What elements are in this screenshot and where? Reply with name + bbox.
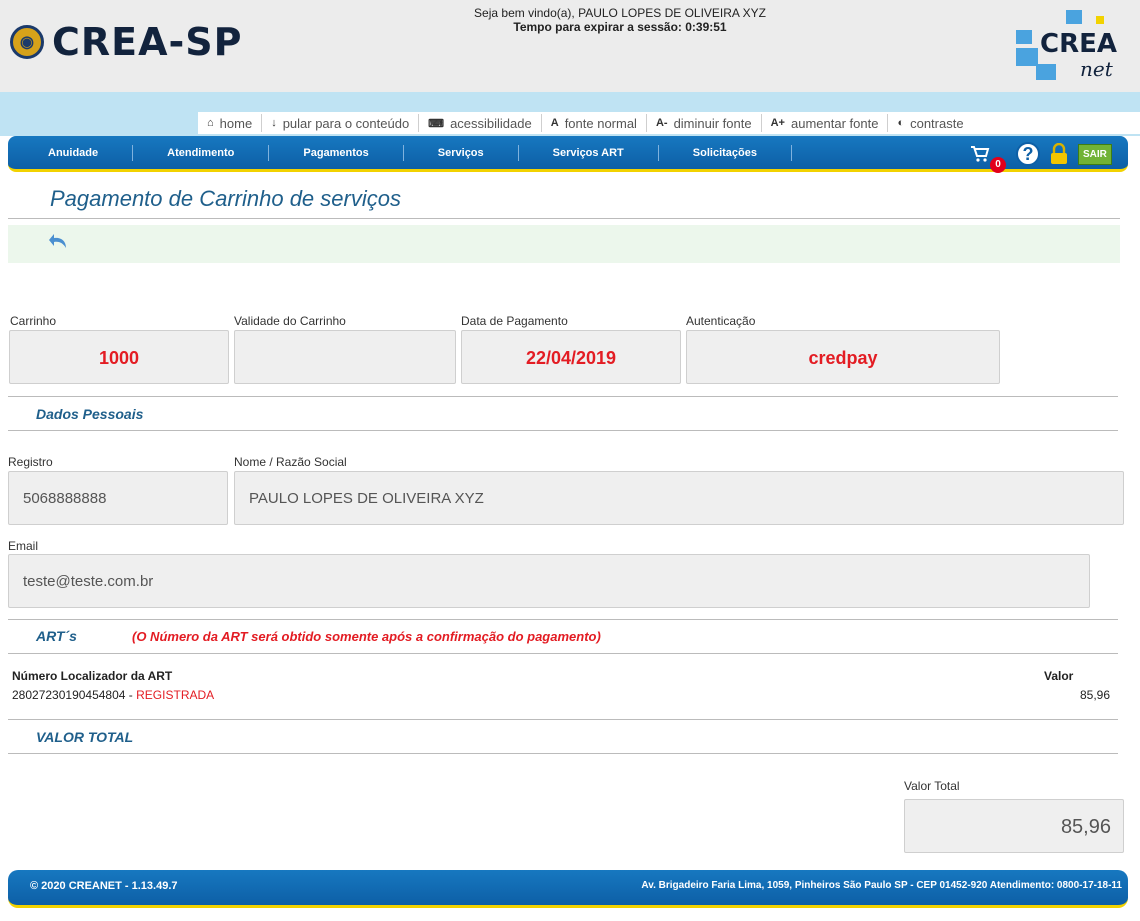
home-icon: ⌂ <box>207 117 214 129</box>
registro-label: Registro <box>8 455 53 469</box>
creanet-logo: CREA net <box>1016 10 1117 81</box>
art-status: REGISTRADA <box>136 688 215 702</box>
welcome-line: Seja bem vindo(a), PAULO LOPES DE OLIVEI… <box>474 6 766 20</box>
acc-contrast-label: contraste <box>910 115 964 131</box>
col-valor-header: Valor <box>1044 669 1074 683</box>
valor-total-label: Valor Total <box>904 779 960 793</box>
divider <box>8 218 1120 219</box>
footer-copyright: © 2020 CREANET - 1.13.49.7 <box>30 880 178 892</box>
divider <box>8 653 1118 654</box>
acc-home-link[interactable]: ⌂ home <box>198 114 263 132</box>
table-row: 28027230190454804 - REGISTRADA <box>12 688 214 702</box>
font-normal-icon: A <box>550 117 559 129</box>
section-valor-total: VALOR TOTAL <box>36 729 134 745</box>
carrinho-field: 1000 <box>9 330 229 384</box>
accessibility-bar: ⌂ home ↓ pular para o conteúdo ⌨ acessibili… <box>198 112 1140 134</box>
font-increase-icon: A+ <box>770 117 785 129</box>
acc-home-label: home <box>219 115 253 131</box>
logout-button[interactable]: SAIR <box>1078 143 1112 165</box>
crea-seal-icon: ◉ <box>10 25 44 59</box>
data-pagamento-field: 22/04/2019 <box>461 330 681 384</box>
col-numero-header: Número Localizador da ART <box>12 669 173 683</box>
keyboard-icon: ⌨ <box>428 117 445 130</box>
email-label: Email <box>8 539 39 553</box>
art-numero: 28027230190454804 <box>12 688 126 702</box>
cart-icon <box>971 146 990 162</box>
art-notice: (O Número da ART será obtido somente apó… <box>132 629 601 644</box>
svg-text:CREA: CREA <box>1040 29 1117 59</box>
email-field: teste@teste.com.br <box>8 554 1090 608</box>
acc-font-decrease-label: diminuir fonte <box>673 115 752 131</box>
session-timer: Tempo para expirar a sessão: 0:39:51 <box>513 20 727 34</box>
crea-sp-logo[interactable]: ◉ CREA-SP <box>10 20 243 64</box>
nome-field: PAULO LOPES DE OLIVEIRA XYZ <box>234 471 1124 525</box>
cart-count-badge: 0 <box>990 157 1006 173</box>
svg-text:net: net <box>1080 57 1114 81</box>
acc-skip-label: pular para o conteúdo <box>282 115 410 131</box>
page-title: Pagamento de Carrinho de serviços <box>50 186 401 211</box>
divider <box>8 719 1118 720</box>
data-pagamento-label: Data de Pagamento <box>461 314 568 328</box>
lock-icon[interactable] <box>1050 143 1068 165</box>
acc-font-normal-label: fonte normal <box>564 115 637 131</box>
carrinho-label: Carrinho <box>10 314 57 328</box>
section-dados-pessoais: Dados Pessoais <box>36 406 144 422</box>
art-separator: - <box>125 688 137 702</box>
divider <box>8 753 1118 754</box>
footer-address: Av. Brigadeiro Faria Lima, 1059, Pinheir… <box>641 880 1122 891</box>
back-icon[interactable] <box>48 232 70 254</box>
acc-contrast-link[interactable]: ◐ contraste <box>888 114 972 132</box>
divider <box>8 430 1118 431</box>
menu-solicitacoes[interactable]: Solicitações <box>659 144 792 161</box>
section-arts: ART´s <box>36 628 77 644</box>
menu-atendimento[interactable]: Atendimento <box>133 144 270 161</box>
menu-servicos-art[interactable]: Serviços ART <box>519 144 659 161</box>
art-valor: 85,96 <box>1080 688 1111 702</box>
acc-font-normal-link[interactable]: Afonte normal <box>542 114 647 132</box>
acc-accessibility-label: acessibilidade <box>450 115 532 131</box>
menu-servicos[interactable]: Serviços <box>404 144 519 161</box>
divider <box>8 396 1118 397</box>
registro-field: 5068888888 <box>8 471 228 525</box>
arrow-down-icon: ↓ <box>271 117 277 129</box>
validade-label: Validade do Carrinho <box>234 314 346 328</box>
logo-text: CREA-SP <box>52 20 243 64</box>
menu-anuidade[interactable]: Anuidade <box>8 144 134 161</box>
help-button[interactable]: ? <box>1016 142 1040 166</box>
menu-pagamentos[interactable]: Pagamentos <box>269 144 404 161</box>
autenticacao-label: Autenticação <box>686 314 756 328</box>
autenticacao-field: credpay <box>686 330 1000 384</box>
acc-font-increase-link[interactable]: A+ aumentar fonte <box>762 114 889 132</box>
acc-accessibility-link[interactable]: ⌨ acessibilidade <box>419 114 542 132</box>
menu-right-tools: 0 ? SAIR <box>960 138 1112 173</box>
acc-font-decrease-link[interactable]: A-diminuir fonte <box>647 114 762 132</box>
acc-font-increase-label: aumentar fonte <box>790 115 879 131</box>
cart-button[interactable]: 0 <box>960 141 1006 173</box>
welcome-message: Seja bem vindo(a), PAULO LOPES DE OLIVEI… <box>440 6 800 34</box>
toolbar-band <box>8 225 1120 263</box>
nome-label: Nome / Razão Social <box>234 455 347 469</box>
font-decrease-icon: A- <box>655 117 668 129</box>
validade-field <box>234 330 456 384</box>
divider <box>8 619 1118 620</box>
acc-skip-link[interactable]: ↓ pular para o conteúdo <box>262 114 420 132</box>
contrast-icon: ◐ <box>897 117 905 129</box>
valor-total-field: 85,96 <box>904 799 1124 853</box>
